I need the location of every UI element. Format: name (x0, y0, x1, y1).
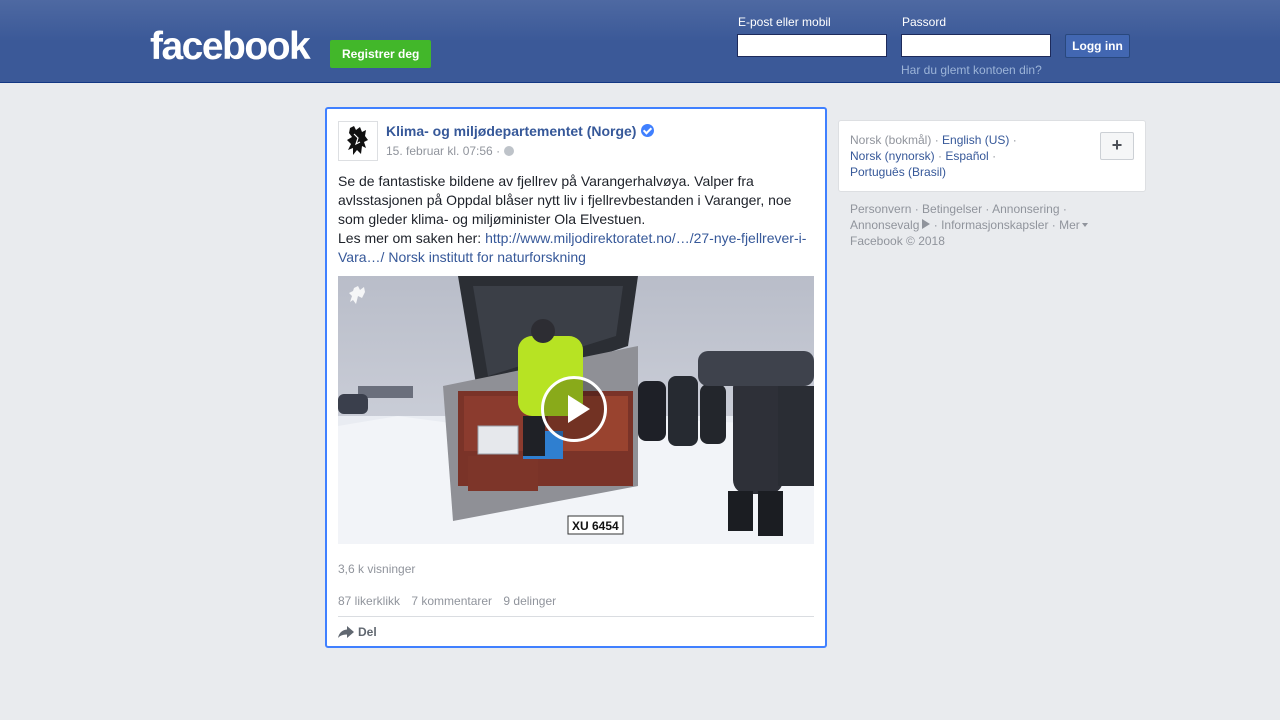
adchoices-icon (922, 219, 931, 229)
public-globe-icon (504, 146, 515, 156)
password-label: Passord (902, 15, 947, 29)
language-option-espanol[interactable]: Español (945, 149, 988, 163)
footer-links: Personvern · Betingelser · Annonsering ·… (850, 201, 1140, 249)
language-option-nynorsk[interactable]: Norsk (nynorsk) (850, 149, 935, 163)
institute-link[interactable]: Norsk institutt for naturforskning (388, 249, 586, 265)
top-navigation-bar: facebook Registrer deg E-post eller mobi… (0, 0, 1280, 83)
view-count: 3,6 k visninger (338, 562, 416, 576)
comments-count[interactable]: 7 kommentarer (411, 594, 492, 608)
post-body-text: Se de fantastiske bildene av fjellrev på… (338, 173, 792, 227)
chevron-down-icon (1081, 223, 1088, 227)
verified-badge-icon (641, 124, 655, 137)
current-language: Norsk (bokmål) (850, 133, 932, 147)
shares-count[interactable]: 9 delinger (503, 594, 556, 608)
page-avatar[interactable] (338, 121, 378, 161)
copyright: Facebook © 2018 (850, 234, 945, 248)
play-icon[interactable] (541, 376, 607, 442)
footer-link-more[interactable]: Mer (1059, 218, 1088, 232)
email-label: E-post eller mobil (738, 15, 831, 29)
email-input[interactable] (737, 34, 887, 57)
facebook-logo[interactable]: facebook (150, 26, 311, 68)
page-name-link[interactable]: Klima- og miljødepartementet (Norge) (386, 123, 655, 139)
post-card: Klima- og miljødepartementet (Norge) 15.… (325, 107, 827, 648)
footer-link-privacy[interactable]: Personvern (850, 202, 911, 216)
more-languages-button[interactable]: + (1100, 132, 1134, 160)
post-readmore-prefix: Les mer om saken her: (338, 230, 486, 246)
footer-link-adchoices[interactable]: Annonsevalg (850, 218, 931, 232)
language-option-english[interactable]: English (US) (942, 133, 1009, 147)
login-button[interactable]: Logg inn (1065, 34, 1130, 58)
engagement-stats: 87 likerklikk 7 kommentarer 9 delinger (338, 594, 564, 608)
timestamp-text[interactable]: 15. februar kl. 07:56 · (386, 144, 500, 158)
language-selector: Norsk (bokmål) · English (US) · Norsk (n… (838, 120, 1146, 192)
language-list: Norsk (bokmål) · English (US) · Norsk (n… (850, 133, 1017, 179)
action-divider (338, 616, 814, 617)
post-message: Se de fantastiske bildene av fjellrev på… (338, 172, 814, 267)
forgot-account-link[interactable]: Har du glemt kontoen din? (901, 63, 1042, 77)
adchoices-label[interactable]: Annonsevalg (850, 218, 919, 232)
footer-link-cookies[interactable]: Informasjonskapsler (941, 218, 1048, 232)
norwegian-lion-emblem-icon (347, 126, 368, 155)
share-arrow-icon (338, 626, 354, 638)
password-input[interactable] (901, 34, 1051, 57)
video-player[interactable]: XU 6454 (338, 276, 814, 544)
register-button[interactable]: Registrer deg (330, 40, 432, 68)
post-timestamp[interactable]: 15. februar kl. 07:56 · (386, 144, 515, 158)
share-label[interactable]: Del (358, 625, 377, 639)
language-option-portugues[interactable]: Português (Brasil) (850, 165, 946, 179)
footer-link-terms[interactable]: Betingelser (922, 202, 982, 216)
more-label[interactable]: Mer (1059, 218, 1080, 232)
footer-link-advertising[interactable]: Annonsering (992, 202, 1059, 216)
license-plate-text: XU 6454 (572, 519, 619, 533)
share-button[interactable]: Del (338, 625, 377, 639)
likes-count[interactable]: 87 likerklikk (338, 594, 400, 608)
page-name-text[interactable]: Klima- og miljødepartementet (Norge) (386, 123, 636, 139)
